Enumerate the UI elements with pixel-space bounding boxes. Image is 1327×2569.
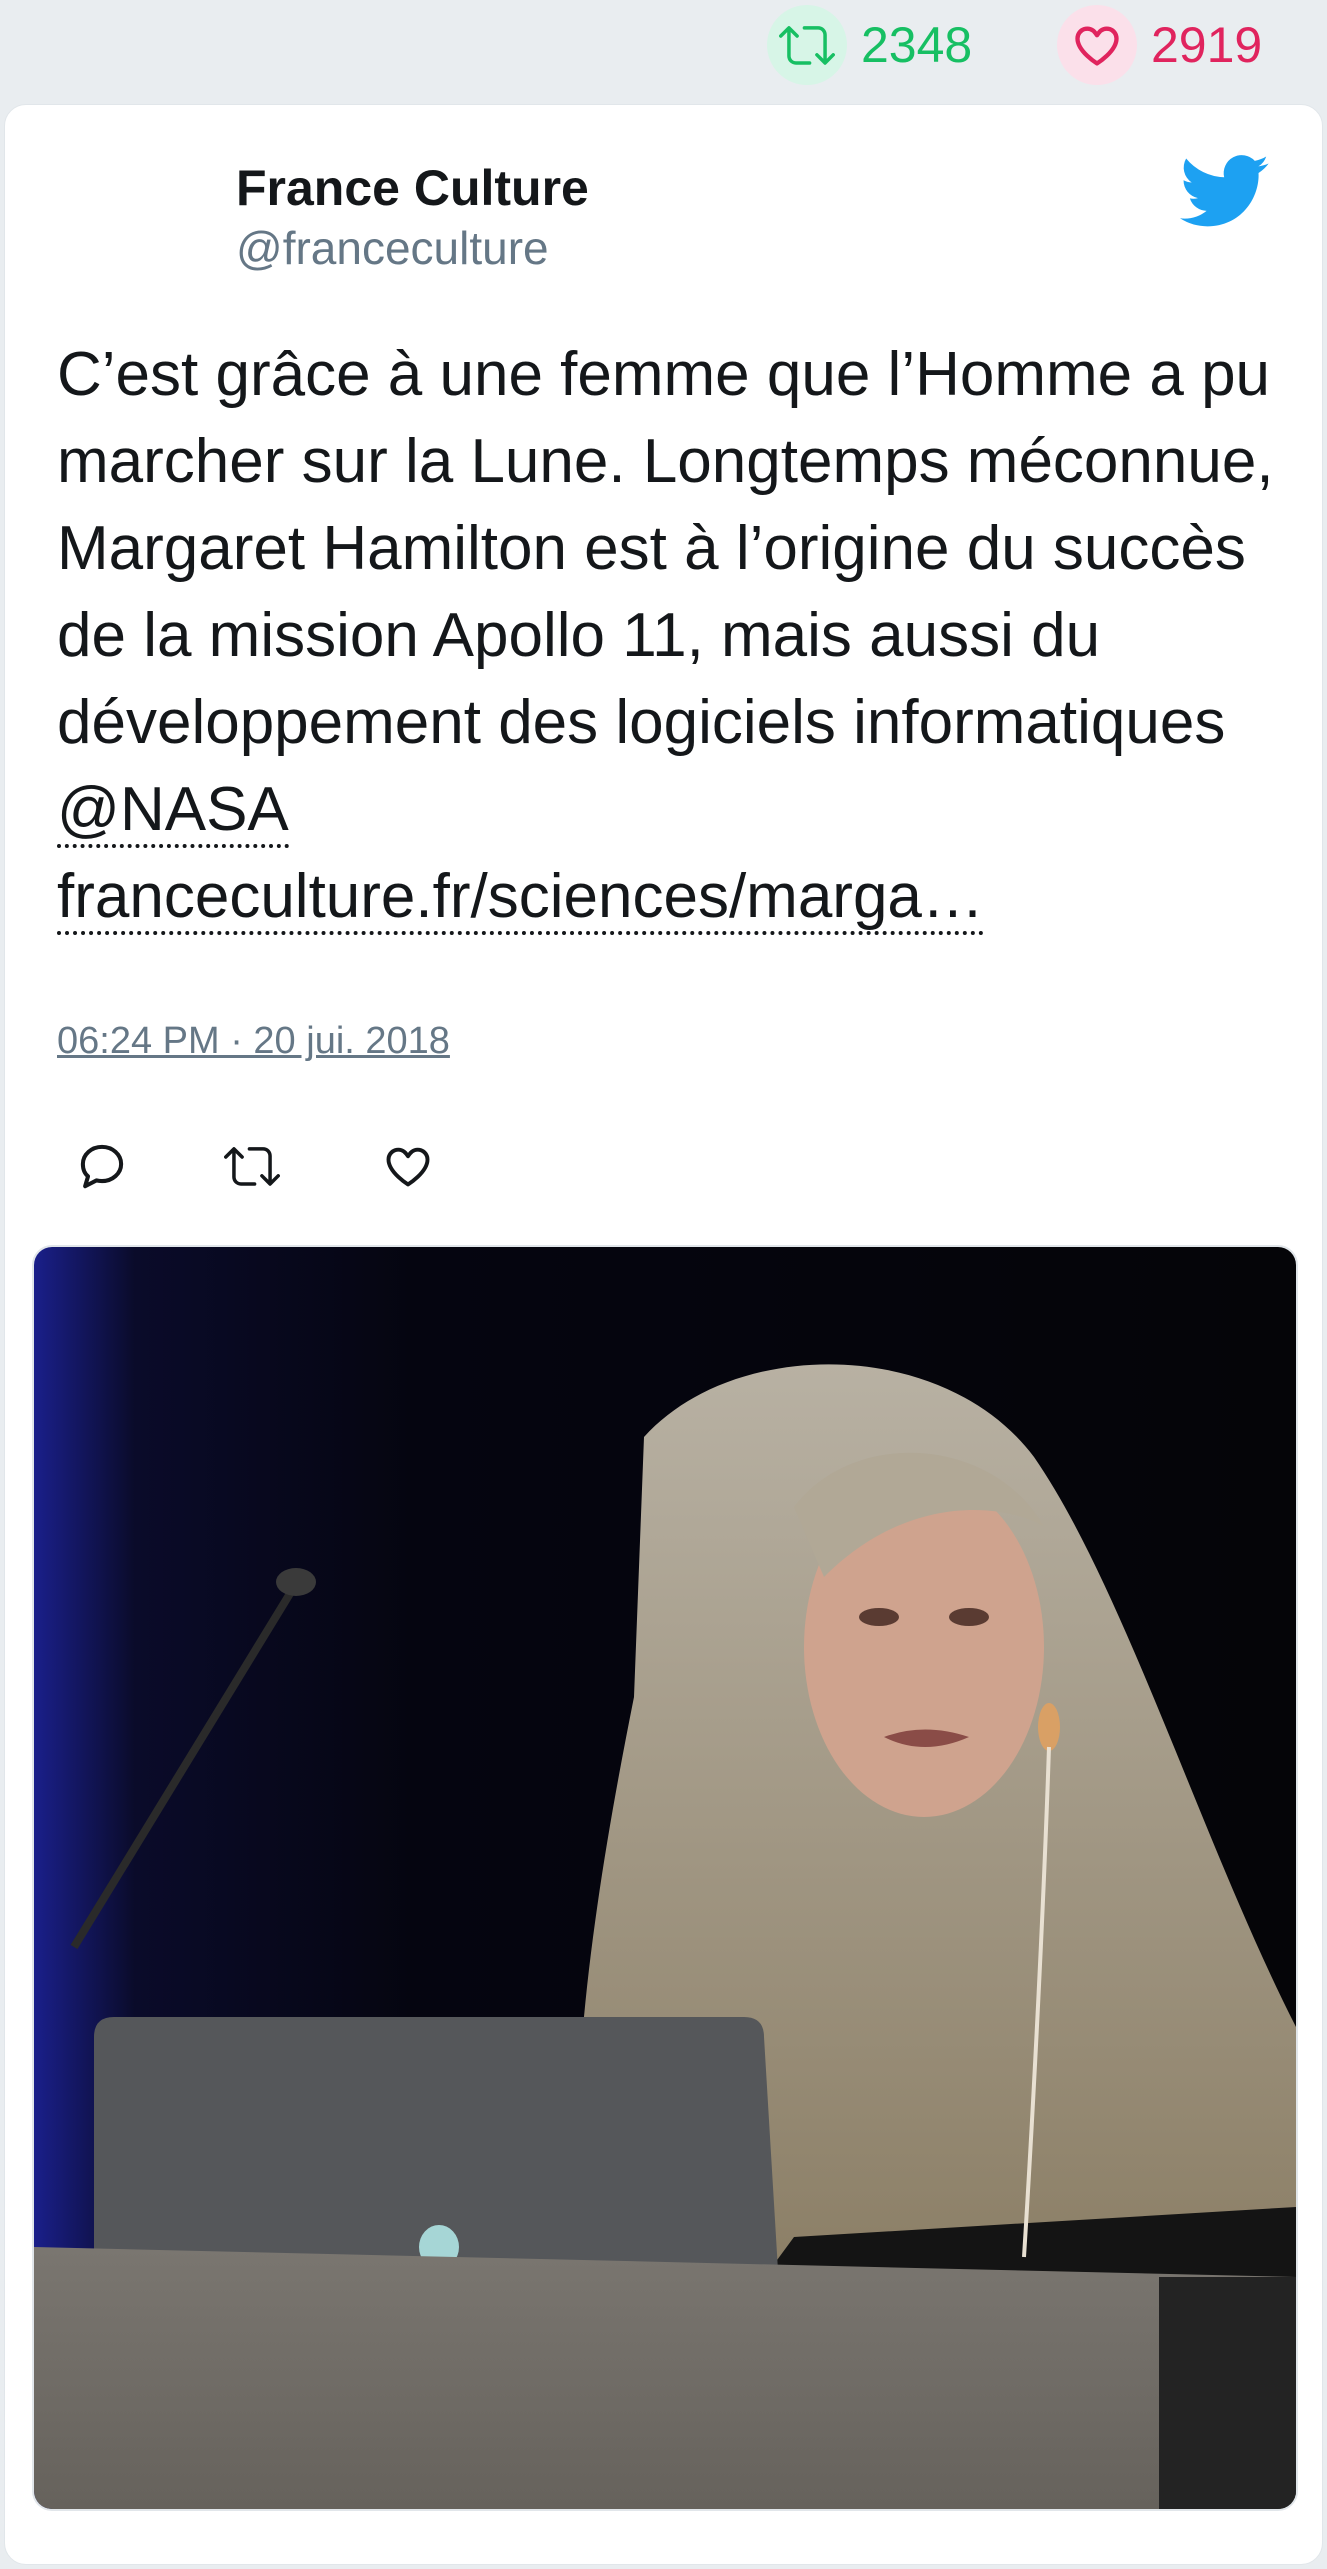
retweet-count-stat[interactable]: 2348 (767, 5, 973, 85)
tweet-text: C’est grâce à une femme que l’Homme a pu… (57, 331, 1297, 940)
author-name[interactable]: France Culture (236, 161, 589, 216)
mention-link[interactable]: @NASA (57, 775, 289, 848)
reply-icon (80, 1144, 124, 1189)
tweet-timestamp[interactable]: 06:24 PM · 20 jui. 2018 (57, 1020, 450, 1063)
reply-button[interactable] (71, 1135, 133, 1197)
article-link[interactable]: franceculture.fr/sciences/marga… (57, 862, 984, 935)
like-button[interactable] (377, 1135, 439, 1197)
tweet-card[interactable]: France Culture @franceculture C’est grâc… (4, 104, 1323, 2565)
twitter-bird-icon[interactable] (1175, 145, 1275, 235)
retweet-icon[interactable] (767, 5, 847, 85)
tweet-body: C’est grâce à une femme que l’Homme a pu… (57, 340, 1274, 757)
heart-icon (386, 1147, 430, 1187)
retweet-count: 2348 (861, 17, 973, 73)
like-count-stat[interactable]: 2919 (1057, 5, 1263, 85)
engagement-stats-bar: 2348 2919 (0, 0, 1327, 100)
heart-icon[interactable] (1057, 5, 1137, 85)
retweet-icon (224, 1147, 280, 1186)
speaker-photo (34, 1247, 1296, 2509)
tweet-media-image[interactable] (32, 1245, 1298, 2511)
like-count: 2919 (1151, 17, 1263, 73)
author-handle[interactable]: @franceculture (236, 223, 549, 274)
retweet-button[interactable] (221, 1135, 283, 1197)
